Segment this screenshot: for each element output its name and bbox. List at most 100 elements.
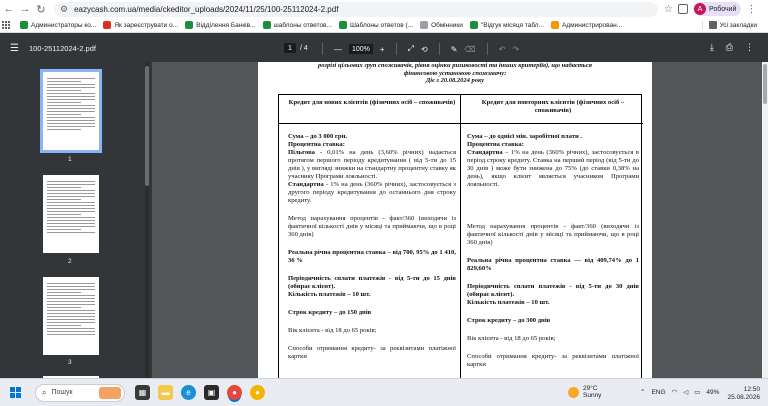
file-explorer-icon[interactable]: ▬ — [158, 385, 173, 400]
new-clients-column: Кредит для нових клієнтів (фізичних осіб… — [279, 95, 461, 378]
fit-page-icon[interactable]: ⤢ — [408, 44, 414, 54]
payment-periodicity: Періодичність сплати платежів - від 5-ти… — [467, 283, 639, 298]
rate-label: Процентна ставка: — [288, 141, 345, 148]
pdf-page: розрізі цільових груп споживачів, рівня … — [258, 62, 652, 378]
profile-name: Робочий — [708, 5, 737, 13]
back-icon[interactable]: ← — [2, 2, 16, 16]
taskbar-search[interactable]: ⌕ Пошук — [35, 383, 125, 402]
download-icon[interactable]: ⤓ — [710, 42, 714, 53]
weather-widget[interactable]: 29°C Sunny — [568, 385, 601, 399]
pdf-viewport: розрізі цільових груп споживачів, рівня … — [152, 62, 762, 378]
all-bookmarks-button[interactable]: Усі закладки — [708, 21, 757, 29]
clock[interactable]: 12:50 25.08.2026 — [727, 386, 760, 402]
bookmark-item[interactable]: Відділення Банків... — [185, 21, 256, 29]
credit-term: Строк кредиту – до 150 днів — [288, 309, 372, 316]
search-icon: ⌕ — [42, 387, 47, 397]
bookmark-item[interactable]: Администраторы ко... — [20, 21, 96, 29]
chevron-up-icon[interactable]: ⌃ — [640, 388, 645, 396]
bookmark-item[interactable]: Шаблоны ответов (... — [338, 21, 413, 29]
apps-icon[interactable] — [2, 21, 13, 29]
taskbar: ⌕ Пошук ▦ ▬ e ▣ ● ● 29°C Sunny ⌃ ENG ◠ ◁… — [0, 378, 768, 406]
bookmark-item[interactable]: Обмінники — [420, 21, 463, 29]
search-highlight-icon — [99, 386, 121, 399]
doc-effective-date: Діє з 20.08.2024 року — [425, 77, 485, 84]
start-button[interactable] — [10, 387, 21, 398]
avatar: A — [693, 3, 706, 15]
eraser-icon[interactable]: ⌫ — [464, 45, 475, 54]
column-title: Кредит для повторних клієнтів (фізичних … — [481, 99, 625, 114]
interest-method: Метод нарахування процентів - факт/360 (… — [288, 215, 456, 238]
profile-button[interactable]: A Робочий — [692, 2, 742, 16]
sun-icon — [568, 386, 579, 398]
url-bar[interactable]: ⚙ eazycash.com.ua/media/ckeditor_uploads… — [54, 1, 658, 17]
pdf-toolbar: ☰ 100-25112024-2.pdf 1 / 4 — 100% + ⤢ ⟲ … — [0, 34, 768, 62]
edge-icon[interactable]: e — [181, 385, 196, 400]
date: 25.08.2026 — [727, 394, 760, 401]
real-annual-rate: Реальна річна процентна ставка – від 700… — [288, 249, 456, 264]
volume-icon[interactable]: ◁ — [683, 388, 688, 396]
undo-icon[interactable]: ↶ — [499, 45, 506, 54]
client-age: Вік клієнта - від 18 до 65 років; — [467, 335, 556, 342]
repeat-clients-column: Кредит для повторних клієнтів (фізичних … — [461, 95, 643, 378]
widgets-icon[interactable]: ▦ — [135, 385, 150, 400]
bookmarks-bar: Администраторы ко... Як зареєструвати о.… — [0, 18, 768, 33]
bookmark-item[interactable]: Як зареєструвати о... — [103, 21, 178, 29]
browser-menu-icon[interactable]: ⋮ — [746, 4, 756, 15]
store-icon[interactable]: ▣ — [204, 385, 219, 400]
page-thumbnail-2[interactable] — [43, 175, 99, 253]
credit-terms-table: Кредит для нових клієнтів (фізичних осіб… — [278, 94, 643, 378]
time: 12:50 — [743, 386, 760, 393]
payment-periodicity: Періодичність сплати платежів - від 5-ти… — [288, 275, 456, 290]
column-title: Кредит для нових клієнтів (фізичних осіб… — [288, 99, 456, 106]
page-thumbnail-3[interactable] — [43, 277, 99, 355]
page-thumbnail-1[interactable] — [40, 69, 102, 153]
receiving-method: Способи отримання кредиту- за реквізитам… — [288, 345, 456, 360]
rotate-icon[interactable]: ⟲ — [421, 45, 428, 54]
sum-text: Сума – до однієї мін. заробітної плати . — [467, 133, 583, 140]
rate-label: Процентна ставка: — [467, 141, 524, 148]
page-total: / 4 — [300, 44, 308, 52]
redo-icon[interactable]: ↷ — [512, 45, 519, 54]
payment-count: Кількість платежів – 10 шт. — [288, 291, 371, 298]
doc-header-line: фінансовою установою споживачу: — [403, 69, 507, 77]
zoom-in-icon[interactable]: + — [380, 45, 385, 54]
chrome-icon[interactable]: ● — [227, 385, 242, 400]
client-age: Вік клієнта - від 18 до 65 років; — [288, 327, 377, 334]
extensions-icon[interactable] — [677, 4, 688, 14]
doc-header-line: розрізі цільових груп споживачів, рівня … — [318, 62, 592, 69]
weather-desc: Sunny — [583, 392, 602, 399]
document-scrollbar[interactable] — [762, 62, 768, 378]
bookmark-item[interactable]: Администрирован... — [550, 21, 622, 29]
bookmark-item[interactable]: "Відгук місяця табл... — [469, 21, 544, 29]
thumbnail-number: 2 — [68, 258, 72, 265]
bookmark-item[interactable]: шаблоны ответов... — [262, 21, 332, 29]
print-icon[interactable]: ⎙ — [726, 42, 733, 53]
standard-rate: Стандартна - 1% на день (360% річних), з… — [288, 181, 456, 204]
zoom-out-icon[interactable]: — — [334, 45, 342, 54]
standard-rate: Стандартна – 1% на день (360% річних), з… — [467, 149, 639, 188]
sidebar-scrollbar[interactable] — [145, 62, 149, 378]
preferential-rate: Пільгова - 0,01% на день (3,60% річних) … — [288, 149, 456, 180]
language-indicator[interactable]: ENG — [651, 389, 665, 396]
wifi-icon[interactable]: ◠ — [672, 388, 678, 396]
bookmarks-divider — [701, 20, 703, 30]
thumbnail-number: 3 — [68, 359, 72, 366]
bookmark-star-icon[interactable]: ☆ — [664, 4, 673, 15]
zoom-input[interactable]: 100% — [349, 44, 373, 54]
interest-method: Метод нарахування процентів - факт/360 (… — [467, 223, 639, 246]
chrome-profile-icon[interactable]: ● — [250, 385, 265, 400]
payment-count: Кількість платежів – 10 шт. — [467, 299, 550, 306]
reload-icon[interactable]: ↻ — [34, 2, 48, 16]
annotate-icon[interactable]: ✎ — [451, 45, 458, 54]
battery-icon[interactable]: ▭ — [694, 388, 700, 396]
site-info-icon[interactable]: ⚙ — [60, 4, 68, 15]
sidebar-toggle-icon[interactable]: ☰ — [10, 43, 19, 54]
address-row: ← → ↻ ⚙ eazycash.com.ua/media/ckeditor_u… — [0, 0, 768, 18]
page-number-input[interactable]: 1 — [284, 43, 296, 53]
thumbnail-sidebar: 1 2 3 — [0, 62, 142, 386]
battery-percent: 49% — [706, 388, 720, 396]
more-options-icon[interactable]: ⋮ — [745, 42, 754, 53]
credit-term: Строк кредиту – до 300 днів — [467, 317, 551, 324]
forward-icon[interactable]: → — [18, 2, 32, 16]
url-text: eazycash.com.ua/media/ckeditor_uploads/2… — [74, 4, 339, 14]
